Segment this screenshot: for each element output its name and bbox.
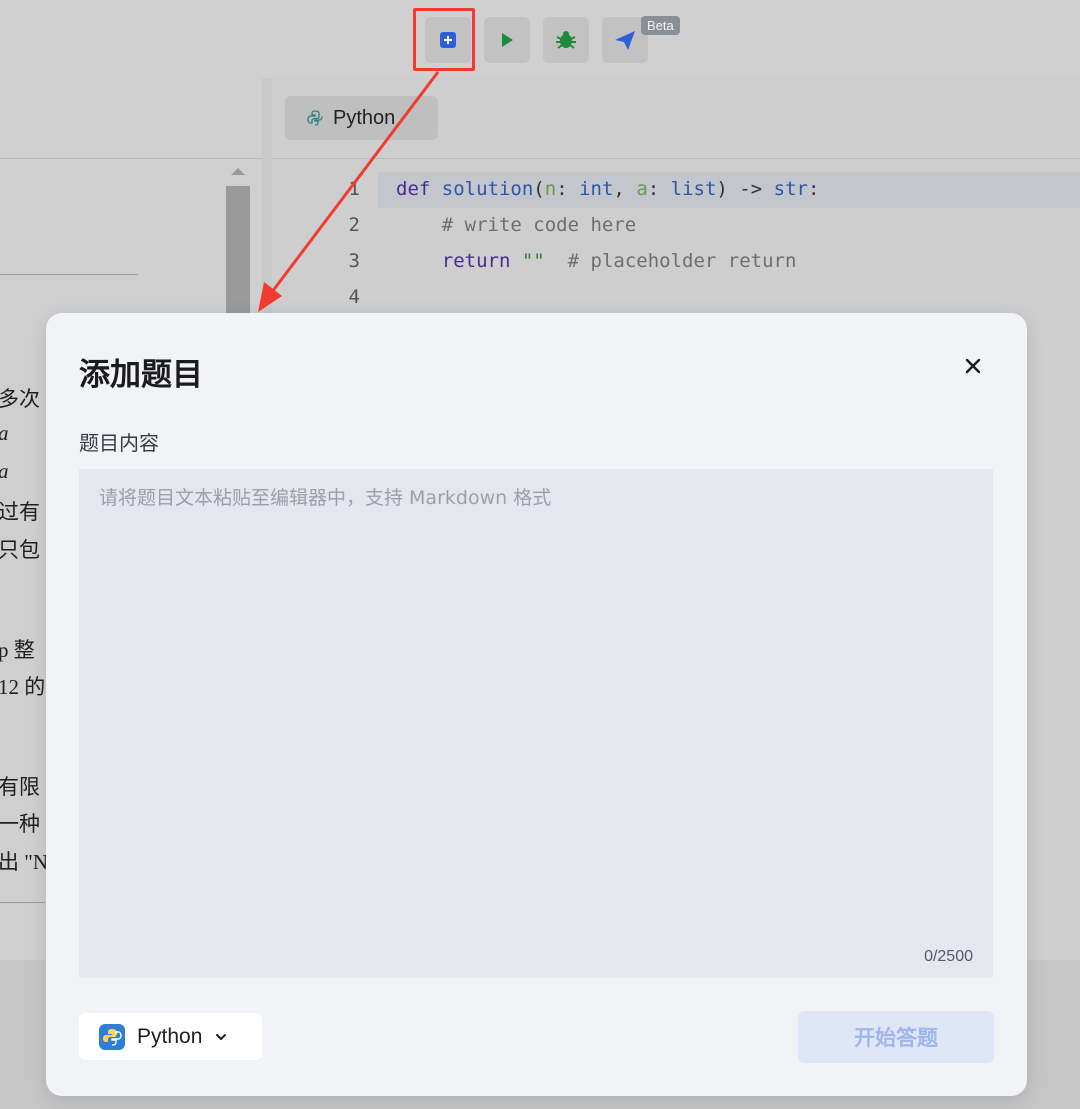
top-toolbar bbox=[0, 0, 1080, 78]
problem-text-fragment: 过有 bbox=[0, 500, 40, 524]
divider bbox=[0, 274, 138, 275]
language-tab-label: Python bbox=[333, 106, 396, 129]
close-button[interactable] bbox=[956, 350, 990, 382]
problem-text-fragment: 有限 bbox=[0, 775, 40, 799]
line-number: 4 bbox=[348, 286, 360, 308]
dialog-title: 添加题目 bbox=[79, 357, 203, 393]
line-number: 1 bbox=[348, 178, 360, 200]
problem-text-fragment: 多次 bbox=[0, 387, 40, 411]
code-line: return "" # placeholder return bbox=[441, 250, 797, 272]
highlight-box bbox=[413, 8, 475, 71]
chevron-down-icon bbox=[216, 1033, 227, 1040]
send-icon bbox=[615, 31, 635, 50]
language-select[interactable]: Python bbox=[79, 1013, 262, 1060]
start-answering-button[interactable]: 开始答题 bbox=[798, 1011, 994, 1063]
close-icon bbox=[965, 358, 981, 374]
python-icon bbox=[307, 110, 323, 126]
bug-icon bbox=[556, 31, 576, 49]
problem-text-fragment: a bbox=[0, 421, 9, 446]
run-button[interactable] bbox=[484, 17, 530, 63]
char-count: 0/2500 bbox=[924, 948, 973, 965]
line-number: 2 bbox=[348, 214, 360, 236]
content-label: 题目内容 bbox=[79, 431, 159, 455]
problem-text-fragment: 12 的 bbox=[0, 675, 46, 699]
language-tab[interactable]: Python bbox=[285, 96, 438, 140]
divider bbox=[272, 158, 1080, 159]
play-icon bbox=[502, 33, 513, 47]
divider bbox=[0, 902, 45, 903]
problem-text-fragment: 出 "N bbox=[0, 850, 48, 874]
code-line: def solution(n: int, a: list) -> str: bbox=[396, 178, 820, 200]
scrollbar-thumb[interactable] bbox=[226, 186, 250, 326]
problem-content-textarea[interactable] bbox=[79, 469, 993, 978]
python-logo-icon bbox=[99, 1023, 125, 1050]
problem-text-fragment: a bbox=[0, 459, 9, 484]
beta-badge: Beta bbox=[641, 16, 680, 35]
problem-text-fragment: p 整 bbox=[0, 638, 35, 662]
scroll-up-arrow-icon[interactable] bbox=[231, 168, 245, 175]
language-select-label: Python bbox=[137, 1024, 203, 1048]
line-number: 3 bbox=[348, 250, 360, 272]
problem-text-fragment: 一种 bbox=[0, 812, 40, 836]
problem-text-fragment: 只包 bbox=[0, 538, 40, 562]
code-line: # write code here bbox=[441, 214, 637, 236]
debug-button[interactable] bbox=[543, 17, 589, 63]
